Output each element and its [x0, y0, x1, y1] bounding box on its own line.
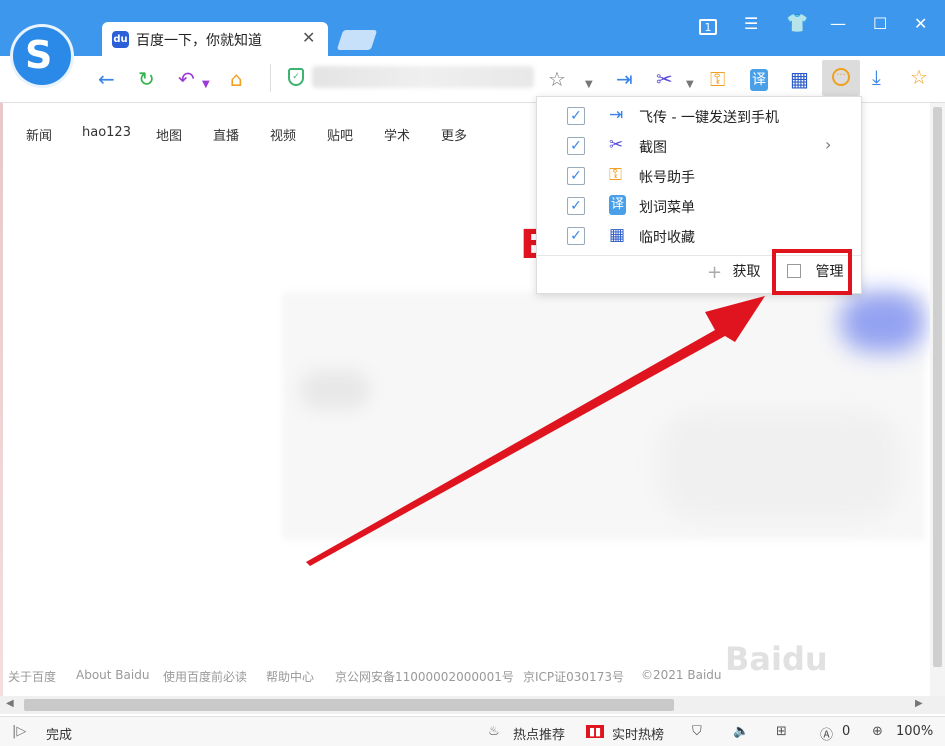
hot-recommend-link[interactable]: 热点推荐	[513, 724, 565, 743]
sidebar-toggle-icon[interactable]: |▷	[12, 724, 26, 739]
zoom-level[interactable]: 100%	[896, 724, 933, 739]
logo-s-icon: S	[25, 33, 53, 77]
sogou-browser-logo: S	[10, 24, 74, 88]
volume-icon[interactable]: 🔈	[733, 724, 749, 739]
zoom-icon[interactable]: ⊕	[872, 724, 883, 739]
ad-block-icon[interactable]: Ⓐ	[820, 724, 833, 743]
realtime-hot-link[interactable]: 实时热榜	[612, 724, 664, 743]
arrow-shape	[306, 296, 765, 566]
status-text: 完成	[46, 728, 73, 743]
status-bar: |▷ 完成 ♨ 热点推荐 ▮▮ 实时热榜 ⛉ 🔈 ⊞ Ⓐ 0 ⊕ 100%	[0, 716, 945, 746]
security-icon[interactable]: ⛉	[692, 724, 702, 739]
plugin-icon[interactable]: ⊞	[776, 724, 787, 739]
hot-list-icon: ▮▮	[586, 725, 605, 738]
flame-icon: ♨	[488, 724, 500, 739]
annotation-arrow	[306, 296, 765, 566]
ad-block-count: 0	[842, 724, 851, 739]
